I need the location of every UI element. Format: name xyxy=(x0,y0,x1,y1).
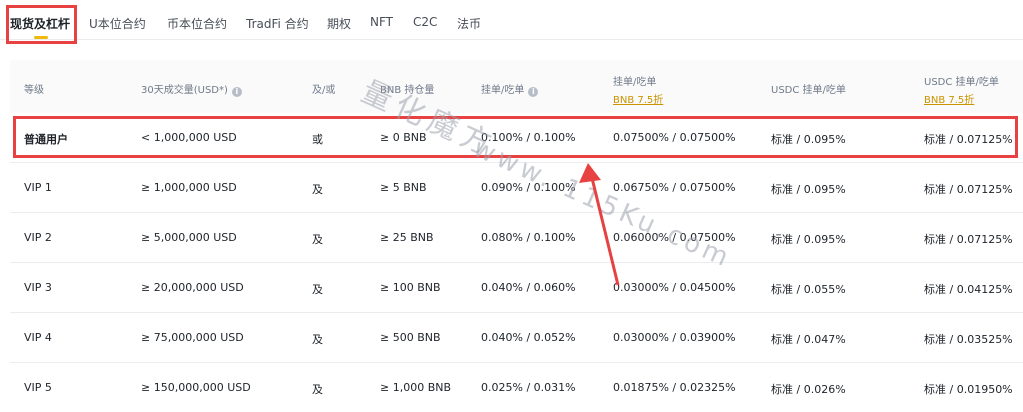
cell-maker-taker: 0.025% / 0.031% xyxy=(481,381,576,394)
header-bnb-holdings: BNB 持仓量 xyxy=(380,85,435,96)
cell-bnb: ≥ 25 BNB xyxy=(380,231,434,244)
table-row: VIP 4 ≥ 75,000,000 USD 及 ≥ 500 BNB 0.040… xyxy=(10,313,1023,363)
tab-c2c[interactable]: C2C xyxy=(413,15,437,29)
info-icon[interactable]: i xyxy=(231,87,242,97)
cell-volume: ≥ 20,000,000 USD xyxy=(141,281,244,294)
cell-usdc-discount: 标准 / 0.03525% xyxy=(924,333,1013,346)
cell-maker-taker: 0.040% / 0.052% xyxy=(481,331,576,344)
cell-level: VIP 2 xyxy=(24,231,52,244)
cell-usdc-discount: 标准 / 0.07125% xyxy=(924,183,1013,196)
cell-level: VIP 5 xyxy=(24,381,52,394)
fee-table: 等级 30天成交量(USD*) i 及/或 BNB 持仓量 挂单/吃单 i 挂单/吃… xyxy=(10,60,1023,412)
cell-and-or: 及 xyxy=(312,383,323,396)
header-volume: 30天成交量(USD*) i xyxy=(141,81,242,97)
table-row: VIP 5 ≥ 150,000,000 USD 及 ≥ 1,000 BNB 0.… xyxy=(10,363,1023,412)
table-row: VIP 3 ≥ 20,000,000 USD 及 ≥ 100 BNB 0.040… xyxy=(10,263,1023,313)
cell-usdc: 标准 / 0.047% xyxy=(771,333,846,346)
tab-coinm-futures[interactable]: 币本位合约 xyxy=(167,15,227,32)
cell-bnb-discount: 0.06750% / 0.07500% xyxy=(613,181,736,194)
cell-maker-taker: 0.080% / 0.100% xyxy=(481,231,576,244)
tab-options[interactable]: 期权 xyxy=(327,15,351,32)
table-row: VIP 1 ≥ 1,000,000 USD 及 ≥ 5 BNB 0.090% /… xyxy=(10,163,1023,213)
cell-usdc: 标准 / 0.055% xyxy=(771,283,846,296)
header-and-or: 及/或 xyxy=(312,85,336,96)
cell-bnb-discount: 0.03000% / 0.03900% xyxy=(613,331,736,344)
cell-bnb: ≥ 100 BNB xyxy=(380,281,441,294)
table-row: VIP 2 ≥ 5,000,000 USD 及 ≥ 25 BNB 0.080% … xyxy=(10,213,1023,263)
tab-highlight-box xyxy=(6,5,77,44)
tab-nft[interactable]: NFT xyxy=(370,15,393,29)
cell-usdc: 标准 / 0.026% xyxy=(771,383,846,396)
cell-bnb: ≥ 1,000 BNB xyxy=(380,381,452,394)
header-usdc-discount-label: USDC 挂单/吃单 xyxy=(924,77,999,88)
header-usdc-discount: USDC 挂单/吃单 BNB 7.5折 xyxy=(924,73,999,106)
cell-level: VIP 3 xyxy=(24,281,52,294)
cell-volume: ≥ 5,000,000 USD xyxy=(141,231,237,244)
cell-bnb: ≥ 500 BNB xyxy=(380,331,441,344)
cell-usdc-discount: 标准 / 0.07125% xyxy=(924,233,1013,246)
cell-bnb: ≥ 5 BNB xyxy=(380,181,427,194)
header-volume-label: 30天成交量(USD*) xyxy=(141,85,228,96)
header-maker-taker-label: 挂单/吃单 xyxy=(481,85,525,96)
cell-bnb-discount: 0.06000% / 0.07500% xyxy=(613,231,736,244)
cell-usdc-discount: 标准 / 0.01950% xyxy=(924,383,1013,396)
header-bnb-discount: 挂单/吃单 BNB 7.5折 xyxy=(613,73,663,106)
header-usdc: USDC 挂单/吃单 xyxy=(771,85,846,96)
cell-maker-taker: 0.040% / 0.060% xyxy=(481,281,576,294)
cell-usdc: 标准 / 0.095% xyxy=(771,233,846,246)
header-bnb-discount-label: 挂单/吃单 xyxy=(613,77,657,88)
cell-bnb-discount: 0.01875% / 0.02325% xyxy=(613,381,736,394)
cell-maker-taker: 0.090% / 0.100% xyxy=(481,181,576,194)
header-level: 等级 xyxy=(24,85,44,96)
tab-fiat[interactable]: 法币 xyxy=(457,15,481,32)
cell-volume: ≥ 150,000,000 USD xyxy=(141,381,251,394)
bnb-discount-link[interactable]: BNB 7.5折 xyxy=(613,91,663,106)
cell-level: VIP 4 xyxy=(24,331,52,344)
tab-tradfi-futures[interactable]: TradFi 合约 xyxy=(246,15,309,32)
tab-usdm-futures[interactable]: U本位合约 xyxy=(89,15,146,32)
info-icon[interactable]: i xyxy=(528,87,539,97)
cell-and-or: 及 xyxy=(312,333,323,346)
cell-and-or: 及 xyxy=(312,283,323,296)
row-highlight-box xyxy=(13,116,1018,158)
cell-volume: ≥ 1,000,000 USD xyxy=(141,181,237,194)
market-tabs: 现货及杠杆 U本位合约 币本位合约 TradFi 合约 期权 NFT C2C 法… xyxy=(0,0,1023,40)
usdc-bnb-discount-link[interactable]: BNB 7.5折 xyxy=(924,91,999,106)
cell-level: VIP 1 xyxy=(24,181,52,194)
header-maker-taker: 挂单/吃单 i xyxy=(481,81,539,97)
cell-bnb-discount: 0.03000% / 0.04500% xyxy=(613,281,736,294)
cell-volume: ≥ 75,000,000 USD xyxy=(141,331,244,344)
cell-usdc: 标准 / 0.095% xyxy=(771,183,846,196)
cell-usdc-discount: 标准 / 0.04125% xyxy=(924,283,1013,296)
cell-and-or: 及 xyxy=(312,183,323,196)
table-header: 等级 30天成交量(USD*) i 及/或 BNB 持仓量 挂单/吃单 i 挂单/吃… xyxy=(10,60,1023,113)
cell-and-or: 及 xyxy=(312,233,323,246)
